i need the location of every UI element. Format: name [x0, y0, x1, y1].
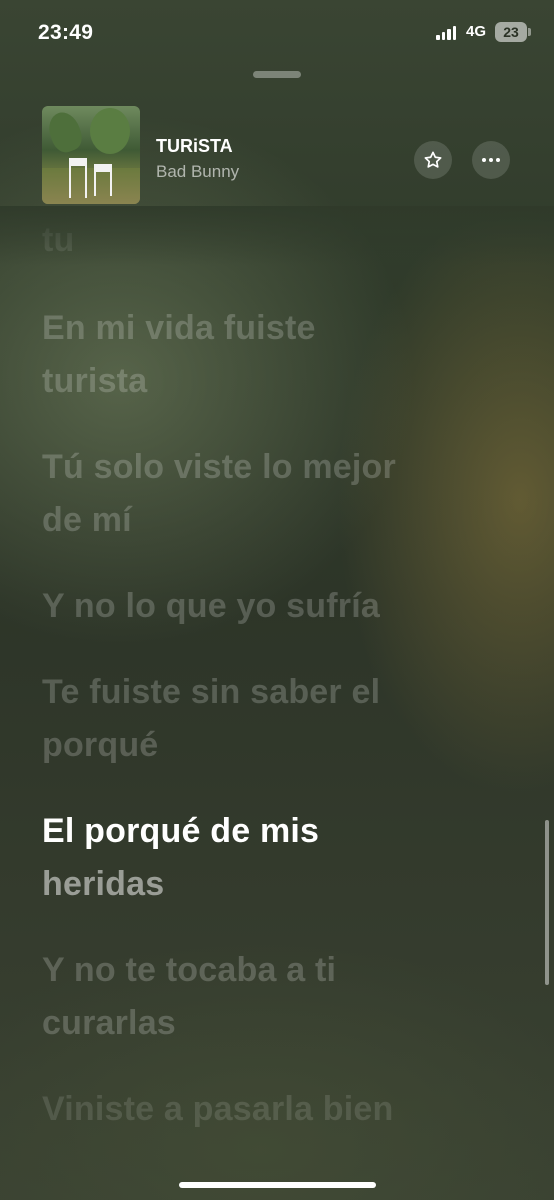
lyric-line[interactable]: En mi vida fuiste turista: [42, 302, 512, 408]
now-playing-header: TURiSTA Bad Bunny: [42, 106, 512, 206]
lyric-line[interactable]: Y no lo que yo sufría: [42, 580, 512, 633]
battery-tip: [528, 28, 531, 36]
lyric-line[interactable]: Tú solo viste lo mejor de mí: [42, 441, 512, 547]
more-options-button[interactable]: [472, 141, 510, 179]
song-artist[interactable]: Bad Bunny: [156, 162, 239, 182]
lyric-line[interactable]: Te fuiste sin saber el porqué: [42, 666, 512, 772]
lyric-line[interactable]: Y no te tocaba a ti curarlas: [42, 944, 512, 1050]
lyric-line[interactable]: Viniste a pasarla bien: [42, 1083, 512, 1136]
lyrics-top-fade: [0, 206, 554, 266]
star-icon: [424, 151, 442, 168]
cellular-signal-icon: [436, 26, 456, 40]
sheet-grabber[interactable]: [253, 71, 301, 78]
battery-icon: 23: [495, 22, 527, 42]
scrollbar[interactable]: [545, 820, 549, 985]
ellipsis-icon: [482, 158, 500, 162]
home-indicator[interactable]: [179, 1182, 376, 1188]
status-time: 23:49: [38, 21, 94, 44]
favorite-button[interactable]: [414, 141, 452, 179]
status-bar: 23:49 4G 23: [0, 0, 554, 66]
network-type: 4G: [466, 23, 487, 40]
song-title[interactable]: TURiSTA: [156, 136, 233, 157]
album-artwork[interactable]: [42, 106, 140, 204]
lyric-line-active[interactable]: El porqué de mis heridas: [42, 805, 512, 911]
